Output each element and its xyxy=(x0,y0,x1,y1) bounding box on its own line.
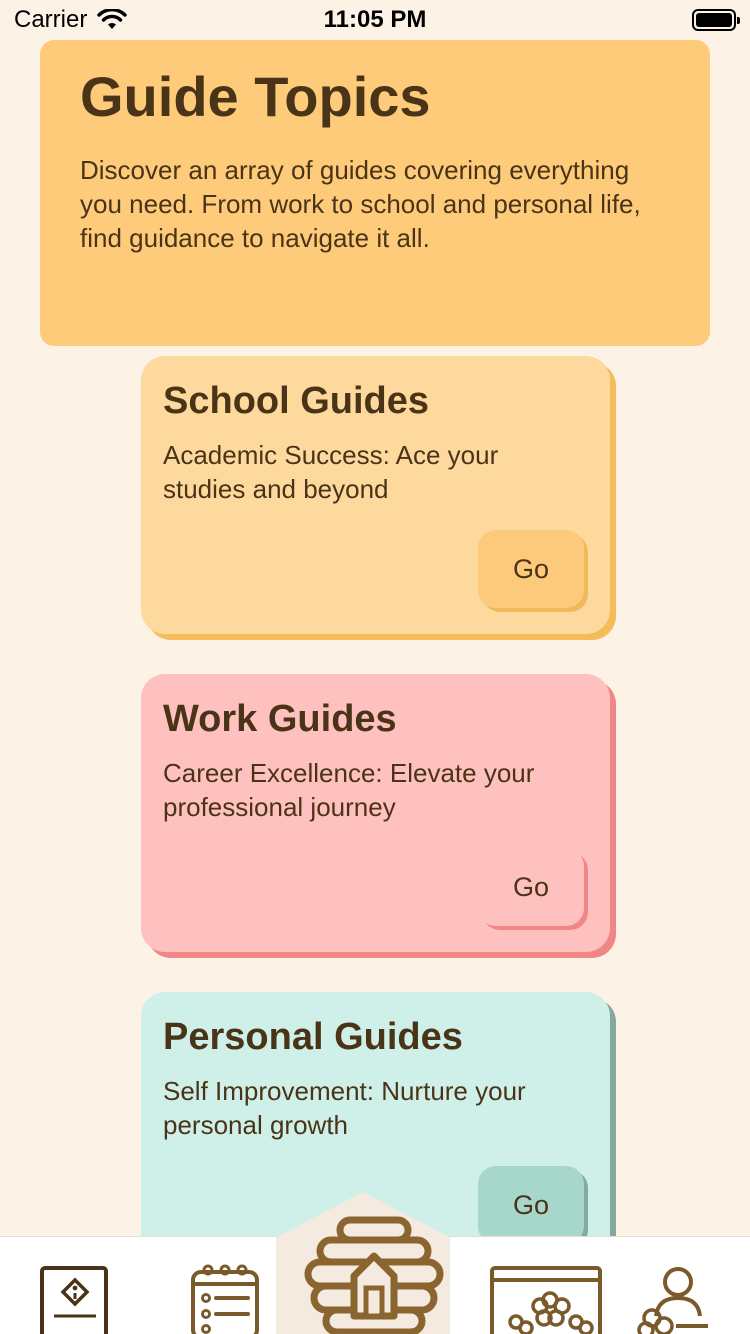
screen: Carrier 11:05 PM Guide Topics Discover a… xyxy=(0,0,750,1334)
status-time: 11:05 PM xyxy=(323,6,427,33)
school-guides-description: Academic Success: Ace your studies and b… xyxy=(163,440,499,504)
flower-calendar-icon xyxy=(490,1266,602,1334)
school-guides-card: School Guides Academic Success: Ace your… xyxy=(141,356,610,634)
beehive-home-icon xyxy=(304,1216,444,1334)
page-title: Guide Topics xyxy=(80,65,431,128)
page-description: Discover an array of guides covering eve… xyxy=(80,154,641,253)
work-guides-go-button[interactable]: Go xyxy=(478,848,584,926)
info-book-icon xyxy=(40,1266,110,1334)
tab-home[interactable] xyxy=(304,1216,444,1334)
header-card: Guide Topics Discover an array of guides… xyxy=(40,40,710,346)
work-guides-card: Work Guides Career Excellence: Elevate y… xyxy=(141,674,610,952)
tab-info[interactable] xyxy=(40,1266,110,1334)
meditation-person-icon xyxy=(636,1266,712,1334)
tab-checklist[interactable] xyxy=(190,1264,262,1334)
tab-self[interactable] xyxy=(636,1266,712,1334)
status-bar: Carrier 11:05 PM xyxy=(0,0,750,40)
personal-guides-go-button[interactable]: Go xyxy=(478,1166,584,1244)
work-guides-description: Career Excellence: Elevate your professi… xyxy=(163,758,535,822)
tab-calendar[interactable] xyxy=(490,1266,602,1334)
battery-icon xyxy=(692,9,740,31)
personal-guides-title: Personal Guides xyxy=(163,1016,463,1058)
school-guides-title: School Guides xyxy=(163,380,430,422)
work-guides-title: Work Guides xyxy=(163,698,397,740)
school-guides-go-button[interactable]: Go xyxy=(478,530,584,608)
personal-guides-description: Self Improvement: Nurture your personal … xyxy=(163,1076,526,1140)
checklist-notepad-icon xyxy=(190,1264,262,1334)
